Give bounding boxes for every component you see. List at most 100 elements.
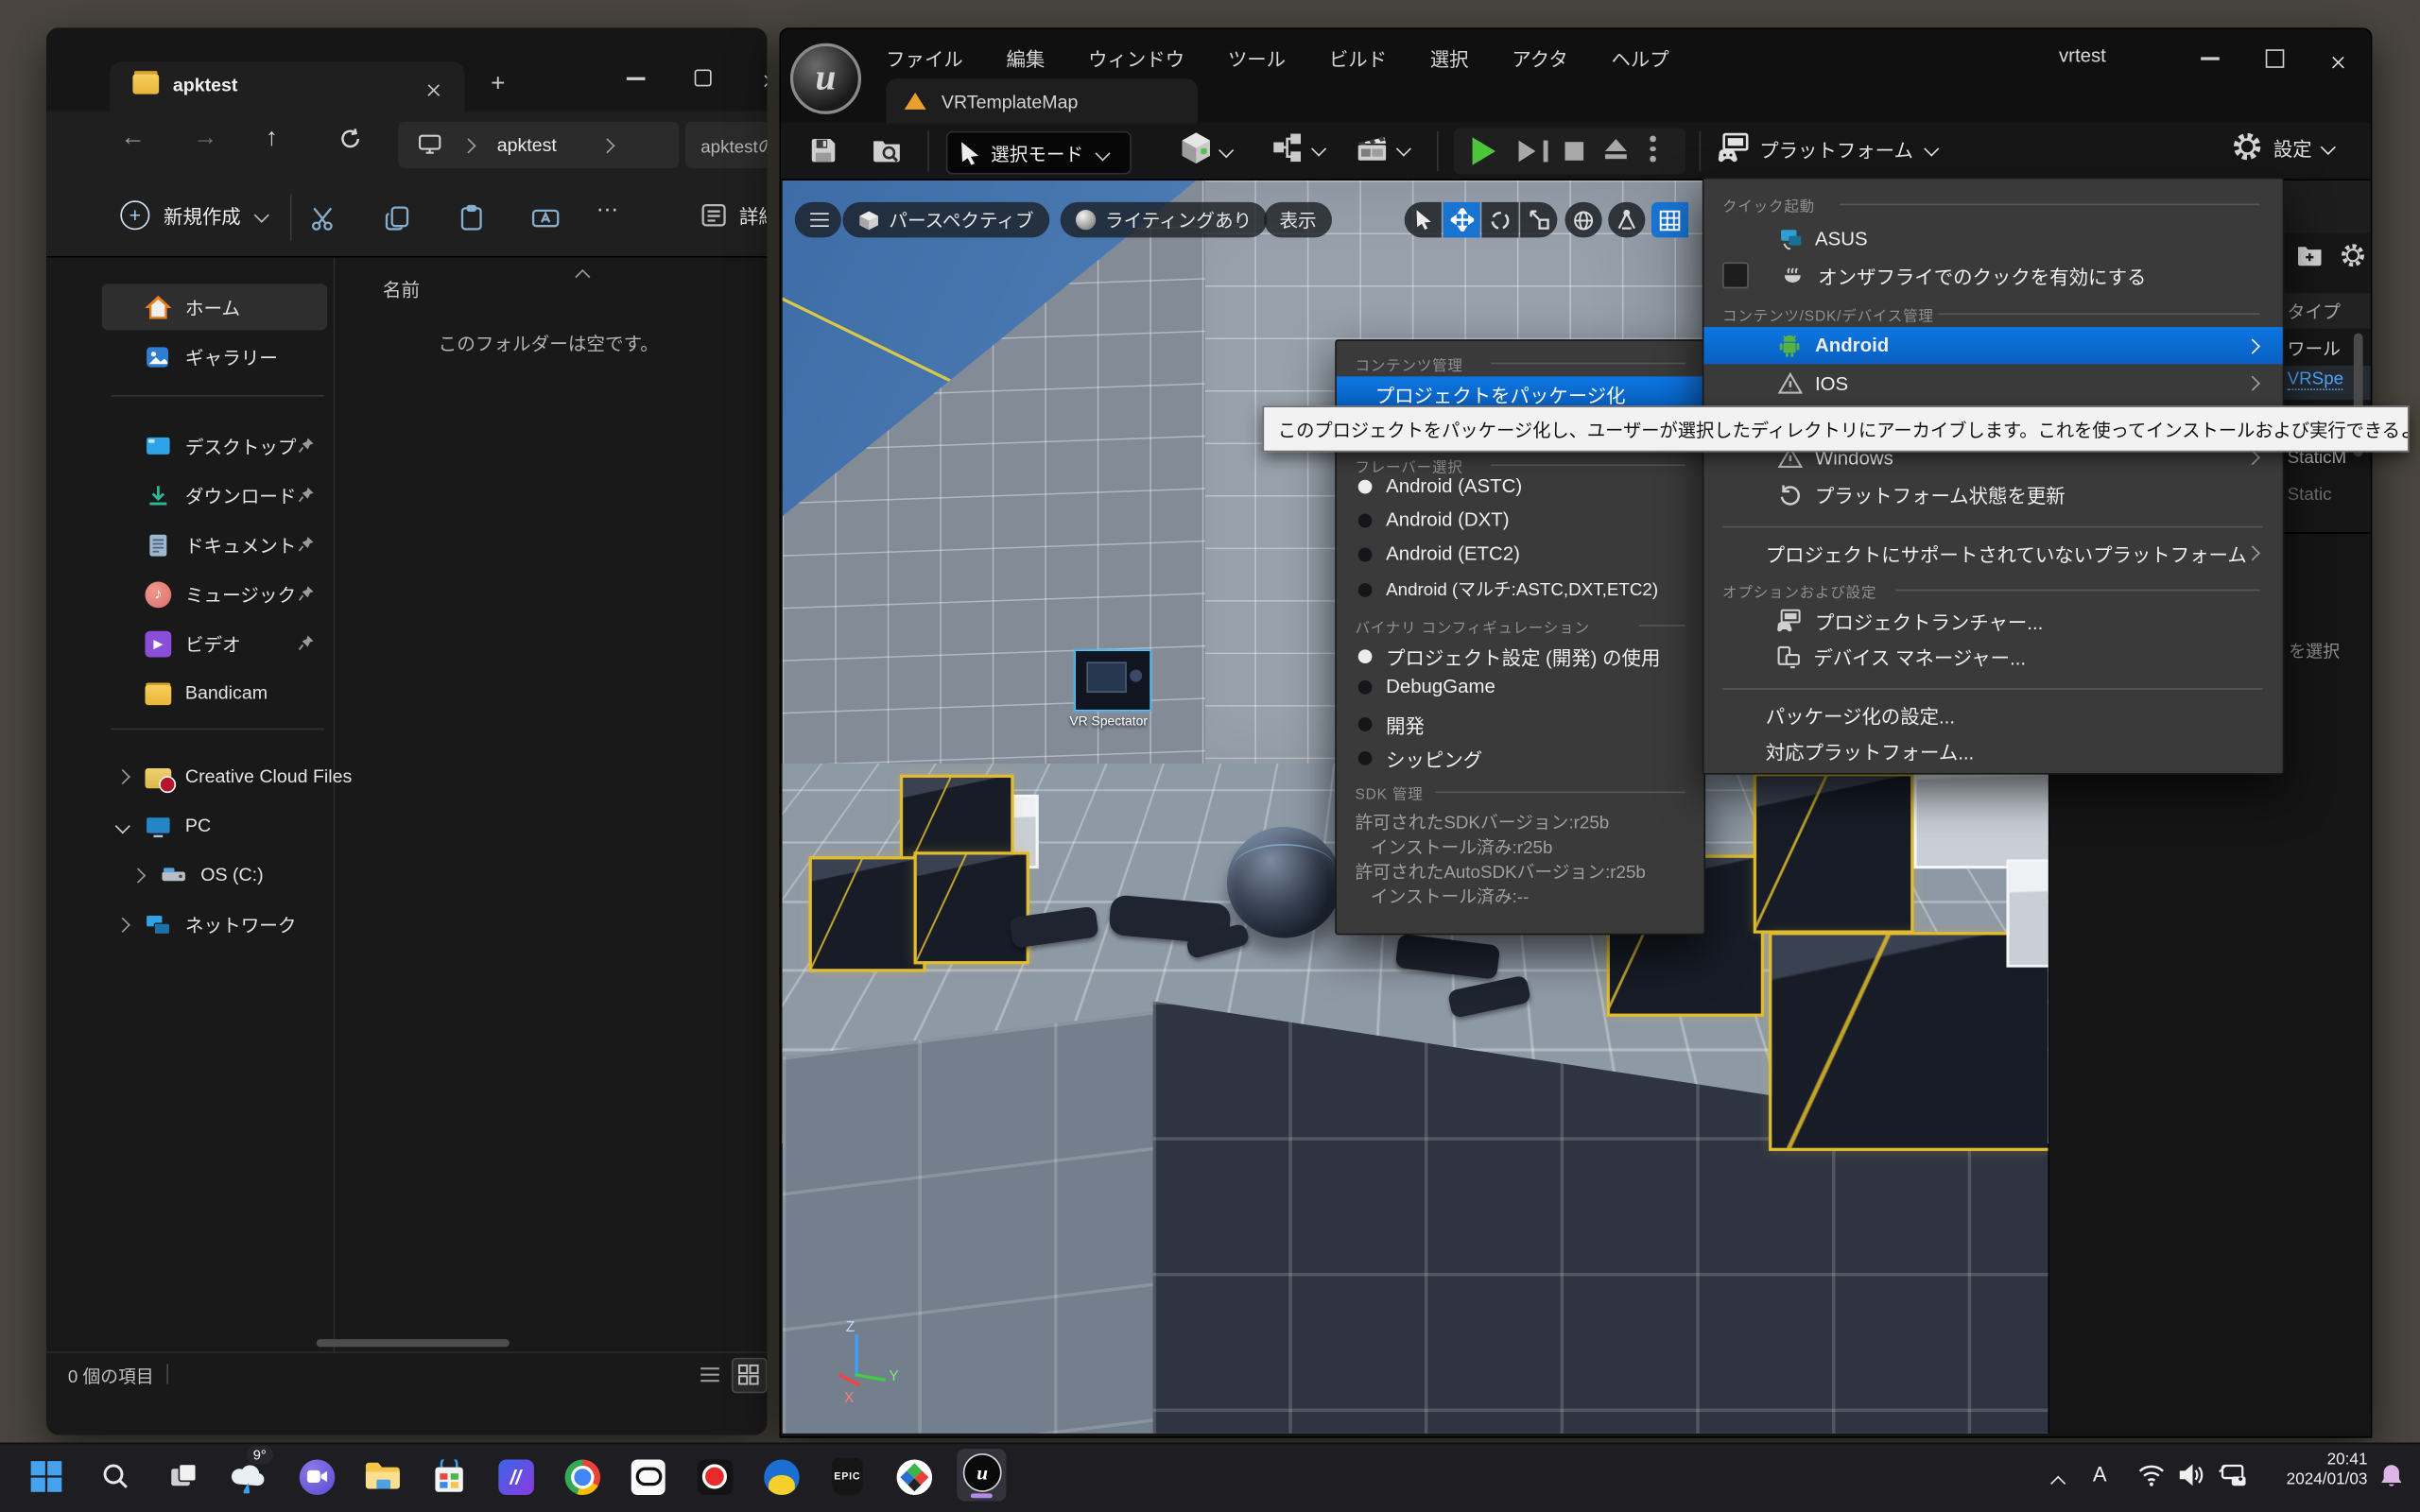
add-actor-button[interactable] — [1179, 131, 1232, 168]
menu-item-config-shipping[interactable]: シッピング — [1358, 744, 1482, 773]
battery-icon[interactable] — [2218, 1463, 2249, 1487]
back-icon[interactable]: ← — [120, 125, 145, 152]
vr-spectator-icon[interactable] — [1074, 649, 1151, 711]
new-tab-button[interactable]: + — [491, 74, 512, 95]
menu-item-project-launcher[interactable]: プロジェクトランチャー... — [1703, 603, 2282, 639]
sidebar-item-creative-cloud[interactable]: Creative Cloud Files — [102, 753, 327, 799]
viewport-menu-button[interactable] — [795, 202, 841, 238]
world-space-toggle[interactable] — [1565, 202, 1602, 238]
rename-icon[interactable] — [531, 204, 561, 233]
widgets-weather-button[interactable]: 9° — [229, 1456, 268, 1496]
show-dropdown[interactable]: 表示 — [1264, 202, 1332, 238]
ue-maximize-button[interactable] — [2266, 49, 2285, 68]
menu-item-packaging-settings[interactable]: パッケージ化の設定... — [1703, 697, 2282, 733]
minimize-button[interactable] — [627, 77, 646, 80]
outliner-settings-icon[interactable] — [2340, 242, 2366, 268]
sidebar-item-pc[interactable]: PC — [102, 802, 327, 849]
add-folder-icon[interactable] — [2296, 244, 2323, 266]
oculus-app-icon[interactable] — [628, 1456, 667, 1496]
surface-snap-toggle[interactable] — [1608, 202, 1645, 238]
outliner-row-world[interactable]: ワール — [2288, 336, 2341, 361]
m-app-icon[interactable]: // — [495, 1456, 535, 1496]
content-browser-icon[interactable] — [871, 134, 903, 166]
up-icon[interactable]: ↑ — [266, 125, 278, 152]
checkbox[interactable] — [1722, 263, 1749, 289]
wifi-icon[interactable] — [2137, 1463, 2165, 1487]
outliner-row-vrspectator[interactable]: VRSpe — [2288, 370, 2343, 390]
refresh-icon[interactable] — [338, 127, 363, 151]
menu-edit[interactable]: 編集 — [1003, 39, 1047, 77]
checkered-app-icon[interactable] — [893, 1456, 933, 1496]
menu-item-flavor-astc[interactable]: Android (ASTC) — [1358, 475, 1522, 497]
maximize-button[interactable] — [695, 69, 712, 86]
close-button[interactable] — [763, 68, 768, 95]
chat-app-icon[interactable] — [296, 1456, 336, 1496]
expand-chevron-icon[interactable] — [130, 868, 146, 883]
column-type[interactable]: タイプ — [2288, 300, 2341, 324]
eject-icon[interactable] — [1605, 139, 1627, 158]
rotate-tool[interactable] — [1481, 202, 1518, 238]
clock[interactable]: 20:41 2024/01/03 — [2259, 1451, 2367, 1490]
cinematics-button[interactable] — [1355, 131, 1409, 165]
menu-item-cook-on-fly[interactable]: オンザフライでのクックを有効にする — [1703, 258, 2282, 294]
menu-item-refresh-status[interactable]: プラットフォーム状態を更新 — [1703, 476, 2282, 512]
menu-item-flavor-multi[interactable]: Android (マルチ:ASTC,DXT,ETC2) — [1358, 577, 1658, 602]
menu-help[interactable]: ヘルプ — [1608, 39, 1672, 77]
task-view-button[interactable] — [164, 1456, 203, 1496]
ue-close-button[interactable] — [2330, 49, 2345, 77]
menu-item-ios[interactable]: IOS — [1703, 366, 2282, 402]
file-explorer-icon[interactable] — [363, 1456, 403, 1496]
sidebar-item-desktop[interactable]: デスクトップ — [102, 422, 327, 469]
sidebar-item-bandicam[interactable]: Bandicam — [102, 670, 327, 716]
microsoft-store-icon[interactable] — [429, 1456, 469, 1496]
expand-chevron-icon[interactable] — [115, 917, 130, 932]
menu-item-config-project[interactable]: プロジェクト設定 (開発) の使用 — [1358, 642, 1661, 671]
new-button[interactable]: + 新規作成 — [120, 200, 267, 230]
menu-file[interactable]: ファイル — [883, 39, 966, 77]
start-button[interactable] — [26, 1456, 66, 1496]
unreal-logo-icon[interactable]: u — [790, 43, 861, 114]
bandicam-icon[interactable] — [695, 1456, 735, 1496]
more-options-icon[interactable]: … — [596, 191, 620, 217]
unreal-taskbar-icon[interactable]: u — [957, 1449, 1006, 1502]
select-mode-dropdown[interactable]: 選択モード — [946, 131, 1132, 175]
cut-icon[interactable] — [309, 204, 338, 233]
notification-bell-icon[interactable] — [2378, 1463, 2405, 1489]
sidebar-item-documents[interactable]: ドキュメント — [102, 522, 327, 568]
menu-item-flavor-dxt[interactable]: Android (DXT) — [1358, 509, 1510, 531]
forward-icon[interactable]: → — [193, 125, 217, 152]
menu-item-device-manager[interactable]: デバイス マネージャー... — [1703, 639, 2282, 675]
menu-item-supported-platforms[interactable]: 対応プラットフォーム... — [1703, 733, 2282, 769]
menu-item-unsupported-platforms[interactable]: プロジェクトにサポートされていないプラットフォーム — [1703, 536, 2282, 572]
menu-item-config-debuggame[interactable]: DebugGame — [1358, 676, 1495, 697]
play-icon[interactable] — [1473, 137, 1495, 164]
paste-icon[interactable] — [457, 204, 486, 233]
details-button[interactable]: 詳細 — [700, 200, 767, 230]
sidebar-item-downloads[interactable]: ダウンロード — [102, 472, 327, 519]
sidebar-item-home[interactable]: ホーム — [102, 284, 327, 330]
menu-select[interactable]: 選択 — [1427, 39, 1472, 77]
outliner-row-static[interactable]: Static — [2288, 486, 2332, 505]
search-button[interactable] — [95, 1456, 135, 1496]
menu-item-package-project[interactable]: プロジェクトをパッケージ化 — [1337, 376, 1704, 407]
tray-expand-icon[interactable] — [2052, 1469, 2063, 1496]
copy-icon[interactable] — [383, 204, 412, 233]
menu-actor[interactable]: アクタ — [1509, 39, 1571, 77]
sidebar-item-music[interactable]: ♪ ミュージック — [102, 571, 327, 617]
collapse-chevron-icon[interactable] — [115, 817, 130, 833]
settings-dropdown[interactable]: 設定 — [2232, 131, 2334, 163]
sidebar-item-os-c[interactable]: OS (C:) — [120, 851, 327, 898]
blue-yellow-app-icon[interactable] — [761, 1456, 801, 1496]
lit-mode-dropdown[interactable]: ライティングあり — [1061, 202, 1268, 238]
volume-icon[interactable] — [2178, 1463, 2204, 1487]
move-tool[interactable] — [1443, 202, 1480, 238]
horizontal-scrollbar[interactable] — [317, 1339, 510, 1347]
grid-snap-toggle[interactable] — [1651, 202, 1688, 238]
menu-item-config-development[interactable]: 開発 — [1358, 710, 1425, 739]
chrome-icon[interactable] — [562, 1456, 601, 1496]
menu-build[interactable]: ビルド — [1326, 39, 1391, 77]
large-view-icon[interactable] — [732, 1358, 768, 1394]
expand-chevron-icon[interactable] — [115, 768, 130, 783]
breadcrumb[interactable]: apktest — [398, 122, 679, 168]
stop-icon[interactable] — [1565, 142, 1584, 161]
